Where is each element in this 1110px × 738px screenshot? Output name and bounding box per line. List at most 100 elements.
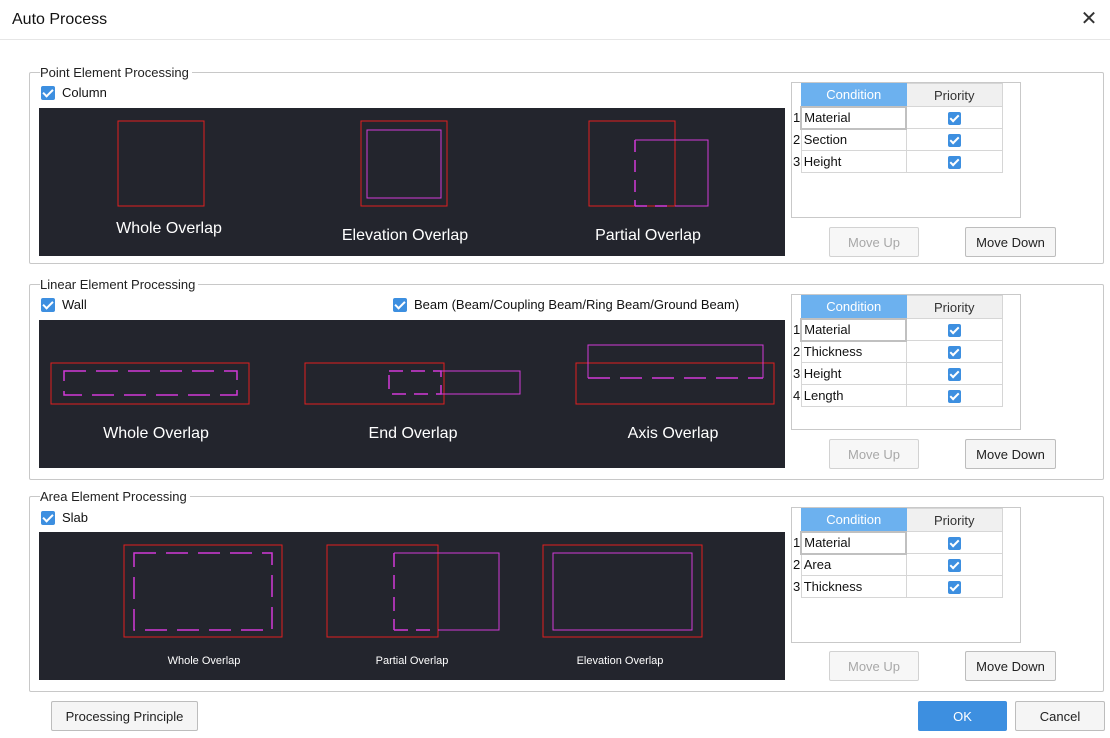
point-diagram-canvas: Whole Overlap Elevation Overlap Partial … <box>39 108 785 256</box>
area-move-up-button[interactable]: Move Up <box>829 651 919 681</box>
priority-checkbox-icon[interactable] <box>947 134 961 148</box>
linear-end-magenta-solid <box>439 370 521 395</box>
condition-cell[interactable]: Height <box>800 150 907 173</box>
beam-checkbox[interactable]: Beam (Beam/Coupling Beam/Ring Beam/Groun… <box>393 297 739 312</box>
area-priority-table: Condition Priority 1 Material 2 Area 3 T… <box>791 507 1021 643</box>
condition-cell[interactable]: Height <box>800 362 907 385</box>
priority-checkbox-icon[interactable] <box>947 156 961 170</box>
row-index: 2 <box>793 557 801 572</box>
area-partial-red-rect <box>326 544 439 638</box>
area-elevation-red-rect <box>542 544 703 638</box>
condition-cell[interactable]: Material <box>800 317 908 342</box>
row-index: 1 <box>793 535 801 550</box>
elevation-overlap-red-rect <box>360 120 448 207</box>
area-label-elevation-overlap: Elevation Overlap <box>576 655 664 667</box>
priority-checkbox-icon[interactable] <box>947 368 961 382</box>
row-index: 4 <box>793 388 801 403</box>
linear-axis-red-rect <box>575 362 775 405</box>
row-index: 3 <box>793 154 801 169</box>
linear-label-whole-overlap: Whole Overlap <box>103 425 209 442</box>
ok-button[interactable]: OK <box>918 701 1007 731</box>
row-index: 1 <box>793 322 801 337</box>
point-move-down-button[interactable]: Move Down <box>965 227 1056 257</box>
condition-cell[interactable]: Section <box>800 128 907 151</box>
linear-end-magenta-dashed <box>388 370 442 395</box>
row-index: 3 <box>793 366 801 381</box>
checkbox-checked-icon <box>41 510 55 525</box>
condition-header[interactable]: Condition <box>800 295 907 319</box>
point-move-up-button[interactable]: Move Up <box>829 227 919 257</box>
linear-move-up-button[interactable]: Move Up <box>829 439 919 469</box>
table-row[interactable]: 3 Height <box>792 150 1003 173</box>
priority-header[interactable]: Priority <box>905 508 1003 532</box>
area-label-whole-overlap: Whole Overlap <box>167 655 241 667</box>
table-row[interactable]: 3 Thickness <box>792 575 1003 598</box>
table-row[interactable]: 1 Material <box>792 530 1003 555</box>
area-element-legend: Area Element Processing <box>40 489 190 504</box>
priority-checkbox-icon[interactable] <box>947 581 961 595</box>
point-element-legend: Point Element Processing <box>40 65 192 80</box>
condition-cell[interactable]: Length <box>800 384 907 407</box>
partial-overlap-red-rect <box>588 120 676 207</box>
checkbox-checked-icon <box>393 297 407 312</box>
priority-header[interactable]: Priority <box>905 83 1003 107</box>
area-diagram-canvas: Whole Overlap Partial Overlap Elevation … <box>39 532 785 680</box>
slab-checkbox[interactable]: Slab <box>41 510 88 525</box>
row-index: 2 <box>793 344 801 359</box>
priority-header[interactable]: Priority <box>905 295 1003 319</box>
area-whole-red-rect <box>123 544 283 638</box>
priority-checkbox-icon[interactable] <box>947 112 961 126</box>
condition-cell[interactable]: Area <box>800 553 907 576</box>
wall-checkbox-label: Wall <box>62 297 87 312</box>
table-row[interactable]: 2 Thickness <box>792 340 1003 363</box>
linear-priority-table: Condition Priority 1 Material 2 Thicknes… <box>791 294 1021 430</box>
beam-checkbox-label: Beam (Beam/Coupling Beam/Ring Beam/Groun… <box>414 297 740 312</box>
table-row[interactable]: 3 Height <box>792 362 1003 385</box>
row-index: 1 <box>793 110 801 125</box>
table-row[interactable]: 1 Material <box>792 317 1003 342</box>
priority-checkbox-icon[interactable] <box>947 390 961 404</box>
cancel-button[interactable]: Cancel <box>1015 701 1105 731</box>
elevation-overlap-magenta-rect <box>366 129 442 199</box>
condition-cell[interactable]: Thickness <box>800 575 907 598</box>
area-move-down-button[interactable]: Move Down <box>965 651 1056 681</box>
condition-cell[interactable]: Thickness <box>800 340 907 363</box>
close-icon[interactable]: ✕ <box>1078 8 1100 30</box>
table-row[interactable]: 1 Material <box>792 105 1003 130</box>
point-priority-table: Condition Priority 1 Material 2 Section … <box>791 82 1021 218</box>
linear-label-end-overlap: End Overlap <box>368 425 458 442</box>
area-elevation-magenta-rect <box>552 552 693 631</box>
area-label-partial-overlap: Partial Overlap <box>375 655 449 667</box>
linear-whole-red-rect <box>50 362 250 405</box>
dialog-title: Auto Process <box>12 11 108 28</box>
priority-checkbox-icon[interactable] <box>947 346 961 360</box>
condition-header[interactable]: Condition <box>800 508 907 532</box>
condition-cell[interactable]: Material <box>800 530 908 555</box>
table-row[interactable]: 4 Length <box>792 384 1003 407</box>
priority-checkbox-icon[interactable] <box>947 559 961 573</box>
table-row[interactable]: 2 Section <box>792 128 1003 151</box>
priority-checkbox-icon[interactable] <box>947 537 961 551</box>
point-label-whole-overlap: Whole Overlap <box>116 220 222 237</box>
wall-checkbox[interactable]: Wall <box>41 297 87 312</box>
row-index: 3 <box>793 579 801 594</box>
column-checkbox-label: Column <box>62 85 107 100</box>
row-index: 2 <box>793 132 801 147</box>
condition-cell[interactable]: Material <box>800 105 908 130</box>
whole-overlap-red-rect <box>117 120 205 207</box>
slab-checkbox-label: Slab <box>62 510 89 525</box>
checkbox-checked-icon <box>41 297 55 312</box>
linear-axis-magenta-solid <box>587 344 764 378</box>
linear-move-down-button[interactable]: Move Down <box>965 439 1056 469</box>
condition-header[interactable]: Condition <box>800 83 907 107</box>
partial-overlap-magenta-solid <box>635 139 709 207</box>
processing-principle-button[interactable]: Processing Principle <box>51 701 198 731</box>
column-checkbox[interactable]: Column <box>41 85 107 100</box>
priority-checkbox-icon[interactable] <box>947 324 961 338</box>
linear-label-axis-overlap: Axis Overlap <box>627 425 719 442</box>
linear-end-red-rect <box>304 362 445 405</box>
title-bar: Auto Process ✕ <box>0 0 1110 40</box>
table-row[interactable]: 2 Area <box>792 553 1003 576</box>
area-partial-magenta-solid <box>394 552 500 631</box>
linear-diagram-canvas: Whole Overlap End Overlap Axis Overlap <box>39 320 785 468</box>
